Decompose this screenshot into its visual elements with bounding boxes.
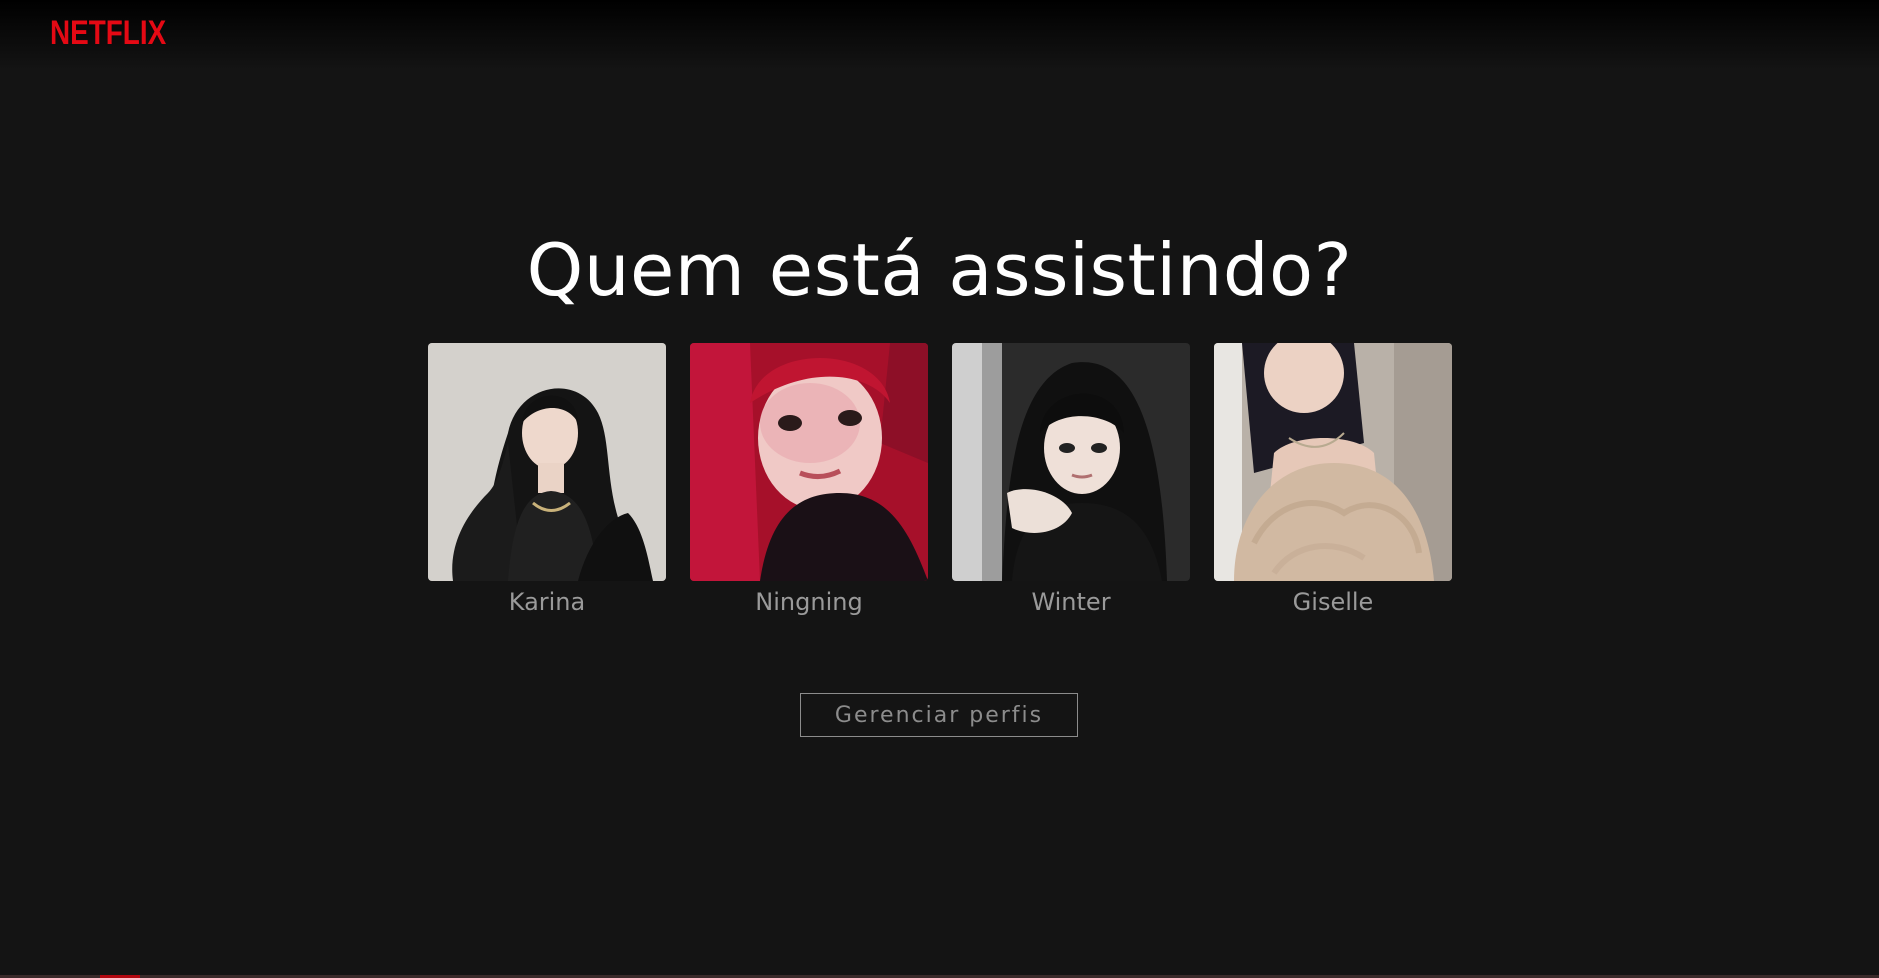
profile-selection-page: NETFLIX Quem está assistindo? Karina Nin… xyxy=(0,0,1879,978)
profile-name[interactable]: Ningning xyxy=(755,587,862,617)
profile-avatar[interactable] xyxy=(690,343,928,581)
profile-card-giselle[interactable]: Giselle xyxy=(1214,343,1452,623)
profile-photo-karina xyxy=(428,343,666,581)
profile-card-karina[interactable]: Karina xyxy=(428,343,666,623)
profile-list: Karina Ningning Winter Giselle xyxy=(428,343,1452,623)
profile-name[interactable]: Karina xyxy=(509,587,585,617)
profile-card-ningning[interactable]: Ningning xyxy=(690,343,928,623)
profile-photo-winter xyxy=(952,343,1190,581)
profile-photo-giselle xyxy=(1214,343,1452,581)
page-title: Quem está assistindo? xyxy=(526,228,1353,312)
profile-avatar[interactable] xyxy=(952,343,1190,581)
top-bar: NETFLIX xyxy=(0,0,1879,70)
netflix-logo[interactable]: NETFLIX xyxy=(50,15,166,51)
profile-card-winter[interactable]: Winter xyxy=(952,343,1190,623)
profile-name[interactable]: Winter xyxy=(1031,587,1110,617)
profile-avatar[interactable] xyxy=(428,343,666,581)
profile-photo-ningning xyxy=(690,343,928,581)
profile-avatar[interactable] xyxy=(1214,343,1452,581)
profile-name[interactable]: Giselle xyxy=(1293,587,1374,617)
manage-profiles-button[interactable]: Gerenciar perfis xyxy=(800,693,1078,737)
